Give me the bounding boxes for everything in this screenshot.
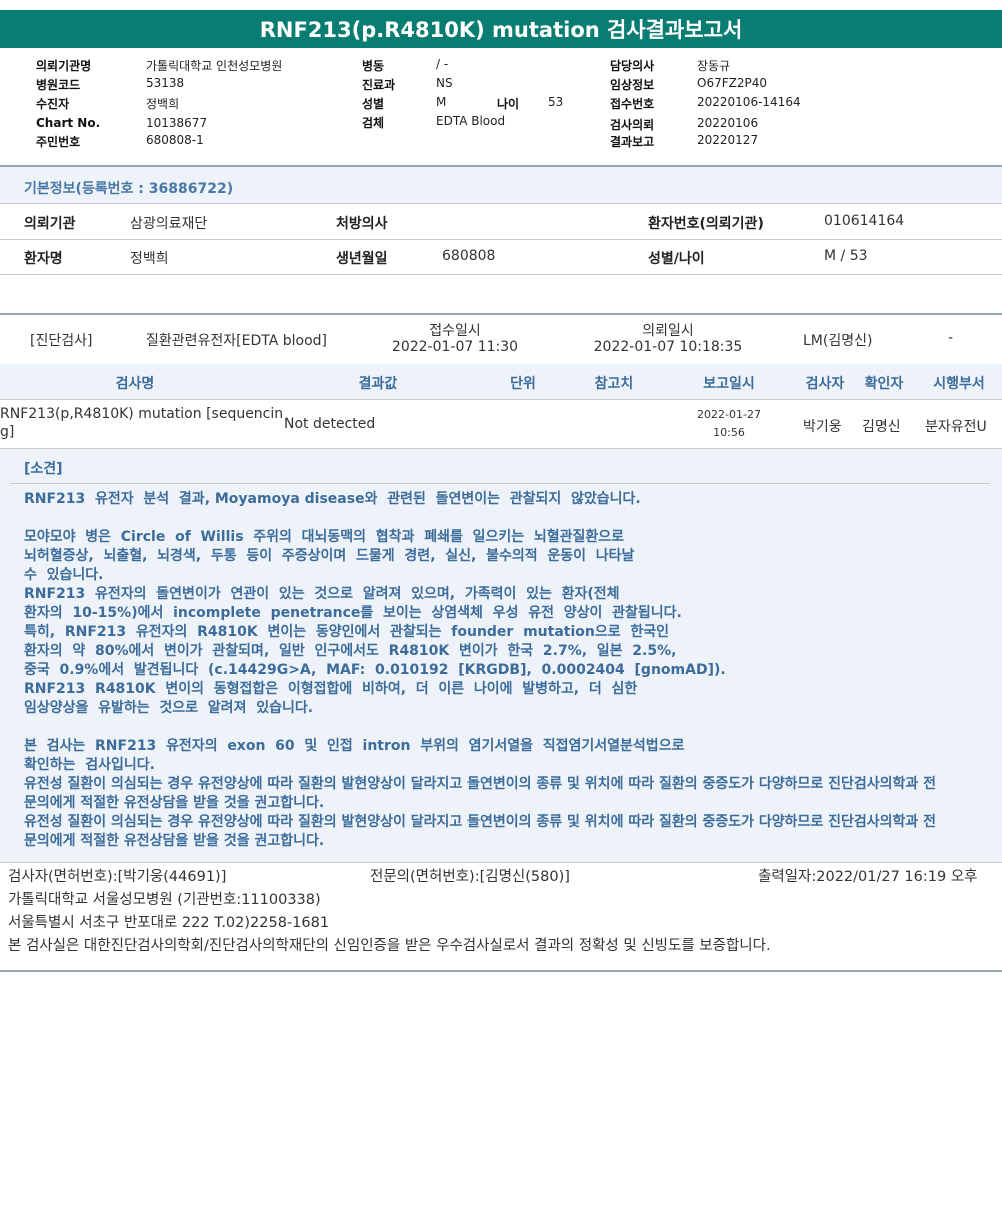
- label-patient: 수진자: [36, 97, 70, 111]
- result-tester: 박기웅: [803, 419, 842, 435]
- value-receipt-no: 20220106-14164: [697, 95, 801, 109]
- value-age: 53: [548, 95, 564, 109]
- divider: [0, 203, 1002, 204]
- label-requesting-institution: 의뢰기관명: [36, 59, 92, 73]
- result-report-date: 2022-01-27: [697, 408, 761, 421]
- divider: [10, 483, 990, 484]
- label-department: 진료과: [362, 78, 396, 92]
- label-age: 나이: [497, 97, 520, 111]
- label-prescribing-doctor: 처방의사: [336, 216, 388, 232]
- opinion-title: [소견]: [24, 461, 63, 477]
- value-date-of-birth: 680808: [442, 248, 496, 264]
- footer-certification: 본 검사실은 대한진단검사의학회/진단검사의학재단의 신임인증을 받은 우수검사…: [8, 938, 771, 954]
- header-info-block: 의뢰기관명 가톨릭대학교 인천성모병원 병원코드 53138 수진자 정백희 C…: [0, 54, 1002, 164]
- result-test-name-line1: RNF213(p,R4810K) mutation [sequencin: [0, 406, 284, 422]
- result-confirmer: 김명신: [862, 419, 901, 435]
- value-requesting-institution: 가톨릭대학교 인천성모병원: [146, 59, 283, 73]
- value-patient-name: 정백희: [130, 251, 169, 267]
- label-hospital-code: 병원코드: [36, 78, 81, 92]
- label-patient-number: 환자번호(의뢰기관): [648, 216, 764, 232]
- value-attending-doctor: 장동규: [697, 59, 731, 73]
- label-test-request: 검사의뢰: [610, 118, 655, 132]
- result-report-time: 10:56: [713, 426, 745, 439]
- label-attending-doctor: 담당의사: [610, 59, 655, 73]
- lab-name: LM(김명신): [803, 333, 873, 349]
- label-chart-no: Chart No.: [36, 116, 101, 130]
- footer-hospital: 가톨릭대학교 서울성모병원 (기관번호:11100338): [8, 892, 321, 908]
- order-dash: -: [948, 330, 954, 346]
- divider: [0, 862, 1002, 863]
- footer-specialist: 전문의(면허번호):[김명신(580)]: [370, 869, 570, 885]
- value-chart-no: 10138677: [146, 116, 208, 130]
- value-resident-no: 680808-1: [146, 133, 204, 147]
- result-department: 분자유전U: [925, 419, 987, 435]
- label-result-report: 결과보고: [610, 135, 655, 149]
- value-specimen: EDTA Blood: [436, 114, 506, 128]
- label-requester: 의뢰기관: [24, 216, 76, 232]
- label-sex-age: 성별/나이: [648, 251, 705, 267]
- divider: [0, 399, 1002, 400]
- receipt-time-label: 접수일시: [429, 323, 481, 339]
- divider: [0, 313, 1002, 315]
- request-time-value: 2022-01-07 10:18:35: [593, 339, 743, 355]
- label-receipt-no: 접수번호: [610, 97, 655, 111]
- col-header-result: 결과값: [358, 376, 398, 392]
- value-hospital-code: 53138: [146, 76, 185, 90]
- label-date-of-birth: 생년월일: [336, 251, 388, 267]
- value-sex: M: [436, 95, 447, 109]
- value-result-report: 20220127: [697, 133, 759, 147]
- divider: [0, 239, 1002, 240]
- footer-printed-date: 출력일자:2022/01/27 16:19 오후: [758, 869, 978, 885]
- col-header-test-name: 검사명: [115, 376, 155, 392]
- label-specimen: 검체: [362, 116, 385, 130]
- col-header-tester: 검사자: [805, 376, 845, 392]
- value-department: NS: [436, 76, 453, 90]
- order-category: [진단검사]: [30, 333, 93, 349]
- report-title: RNF213(p.R4810K) mutation 검사결과보고서: [0, 10, 1002, 48]
- divider: [0, 970, 1002, 972]
- col-header-unit: 단위: [510, 376, 536, 392]
- label-sex: 성별: [362, 97, 385, 111]
- divider: [0, 274, 1002, 275]
- label-ward: 병동: [362, 59, 385, 73]
- order-test-name: 질환관련유전자[EDTA blood]: [146, 333, 327, 349]
- value-clinical-info: O67FZ2P40: [697, 76, 767, 90]
- value-patient-number: 010614164: [824, 213, 905, 229]
- value-sex-age: M / 53: [824, 248, 868, 264]
- opinion-text: RNF213 유전자 분석 결과, Moyamoya disease와 관련된 …: [24, 491, 937, 849]
- col-header-department: 시행부서: [933, 376, 985, 392]
- value-requester: 삼광의료재단: [130, 216, 208, 232]
- value-ward: / -: [436, 57, 449, 71]
- receipt-time-value: 2022-01-07 11:30: [391, 339, 519, 355]
- result-value: Not detected: [284, 416, 376, 432]
- col-header-report-date: 보고일시: [703, 376, 755, 392]
- footer-address: 서울특별시 서초구 반포대로 222 T.02)2258-1681: [8, 915, 330, 931]
- label-resident-no: 주민번호: [36, 135, 81, 149]
- label-clinical-info: 임상정보: [610, 78, 655, 92]
- value-test-request: 20220106: [697, 116, 759, 130]
- col-header-reference: 참고치: [594, 376, 634, 392]
- request-time-label: 의뢰일시: [642, 323, 694, 339]
- label-patient-name: 환자명: [24, 251, 63, 267]
- footer-tester: 검사자(면허번호):[박기웅(44691)]: [8, 869, 227, 885]
- basic-info-title: 기본정보(등록번호 : 36886722): [24, 181, 234, 197]
- value-patient: 정백희: [146, 97, 180, 111]
- result-test-name-line2: g]: [0, 424, 15, 440]
- col-header-confirmer: 확인자: [864, 376, 904, 392]
